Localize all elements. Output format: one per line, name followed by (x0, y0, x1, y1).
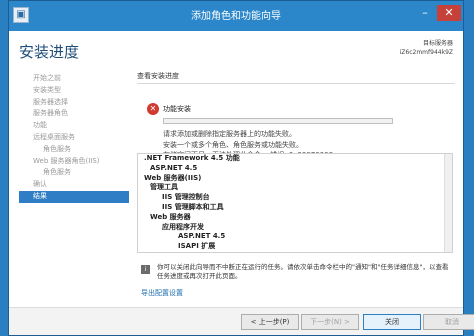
sidebar-item-before-you-begin[interactable]: 开始之前 (19, 73, 129, 85)
info-text: 你可以关闭此向导而不中断正在运行的任务。请依次单击命令栏中的"通知"和"任务详细… (157, 263, 449, 280)
list-item: Web 服务器(IIS) (144, 173, 202, 182)
section-label: 查看安装进度 (137, 71, 455, 84)
list-item: ASP.NET 4.5 (150, 163, 198, 172)
list-item: ISAPI 扩展 (178, 242, 216, 251)
wizard-steps-sidebar: 开始之前 安装类型 服务器选择 服务器角色 功能 远程桌面服务 角色服务 Web… (19, 73, 129, 203)
results-list[interactable]: .NET Framework 4.5 功能 ASP.NET 4.5 Web 服务… (137, 153, 453, 253)
error-message-1: 请求添加或删除指定服务器上的功能失败。 (163, 130, 296, 138)
list-item: 应用程序开发 (162, 222, 204, 231)
sidebar-item-features[interactable]: 功能 (19, 120, 129, 132)
sidebar-item-server-roles[interactable]: 服务器角色 (19, 108, 129, 120)
list-item: Web 服务器 (150, 212, 191, 221)
sidebar-item-remote-desktop-services[interactable]: 远程桌面服务 (19, 132, 129, 144)
install-status: ✕ 功能安装 请求添加或删除指定服务器上的功能失败。 安装一个或多个角色、角色服… (137, 90, 455, 160)
list-item: IIS 管理脚本和工具 (162, 202, 224, 211)
cancel-button[interactable]: 取消 (423, 314, 474, 330)
list-item: .NET Framework 4.5 功能 (144, 154, 240, 162)
error-message-2: 安装一个或多个角色、角色服务或功能失败。 (163, 141, 303, 149)
sidebar-item-iis-role-services[interactable]: 角色服务 (19, 167, 129, 179)
next-button[interactable]: 下一步(N) > (301, 314, 359, 330)
target-server-label: 目标服务器 (422, 40, 453, 47)
sidebar-item-rds-role-services[interactable]: 角色服务 (19, 144, 129, 156)
window-title: 添加角色和功能向导 (191, 11, 281, 22)
progress-section: 查看安装进度 ✕ 功能安装 请求添加或删除指定服务器上的功能失败。 安装一个或多… (137, 71, 455, 160)
list-item: 管理工具 (150, 183, 178, 192)
progress-bar (163, 118, 393, 124)
results-scrollbar[interactable] (444, 154, 452, 252)
close-button[interactable]: 关闭 (363, 314, 421, 330)
sidebar-item-installation-type[interactable]: 安装类型 (19, 85, 129, 97)
target-server-name: iZ6c2mmf944k9Z (399, 49, 453, 56)
error-icon: ✕ (147, 103, 159, 115)
wizard-window: ▣ 添加角色和功能向导 – ✕ 安装进度 目标服务器 iZ6c2mmf944k9… (8, 0, 474, 336)
sidebar-item-server-selection[interactable]: 服务器选择 (19, 97, 129, 109)
export-configuration-link[interactable]: 导出配置设置 (141, 288, 183, 298)
list-item: ASP.NET 4.5 (178, 232, 226, 241)
sidebar-item-confirmation[interactable]: 确认 (19, 179, 129, 191)
wizard-footer: < 上一步(P) 下一步(N) > 关闭 取消 (9, 307, 474, 335)
title-bar: ▣ 添加角色和功能向导 – ✕ (9, 1, 463, 31)
minimize-button[interactable]: – (415, 5, 435, 21)
desktop-background-right (464, 0, 474, 336)
target-server-info: 目标服务器 iZ6c2mmf944k9Z (400, 39, 453, 57)
previous-button[interactable]: < 上一步(P) (241, 314, 299, 330)
info-icon: i (141, 265, 150, 274)
close-window-button[interactable]: ✕ (437, 5, 461, 21)
header-area: 安装进度 目标服务器 iZ6c2mmf944k9Z (9, 31, 463, 67)
desktop-background-left (0, 0, 8, 336)
sidebar-item-results[interactable]: 结果 (19, 190, 129, 203)
list-item: IIS 管理控制台 (162, 193, 210, 202)
status-title: 功能安装 (163, 105, 191, 113)
sidebar-item-web-server-role[interactable]: Web 服务器角色(IIS) (19, 156, 129, 168)
page-title: 安装进度 (19, 43, 80, 61)
